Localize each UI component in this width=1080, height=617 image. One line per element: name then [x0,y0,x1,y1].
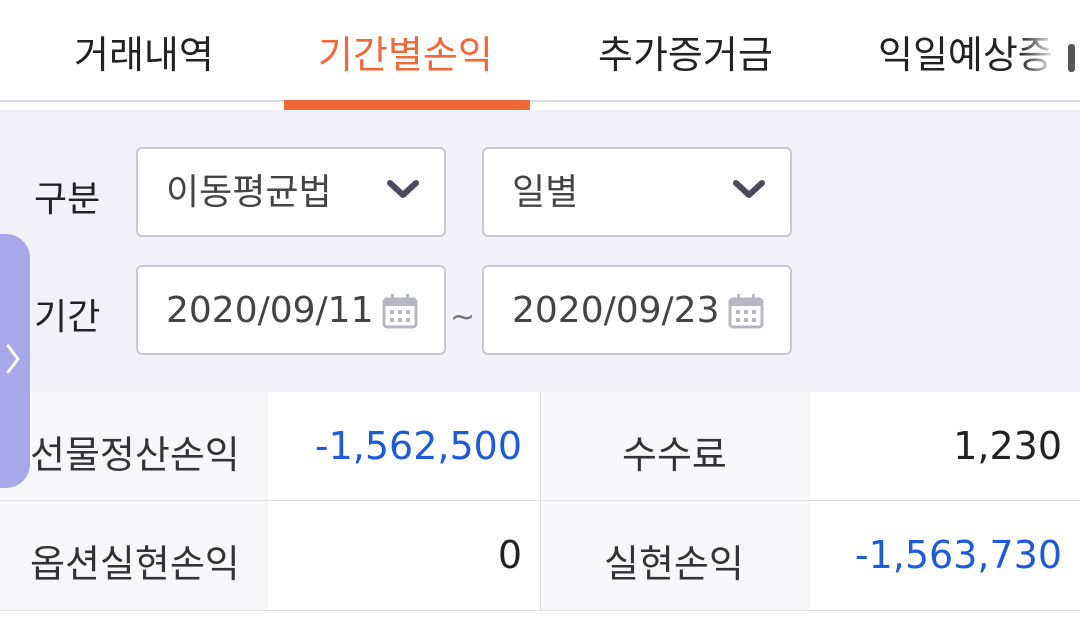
start-date-value: 2020/09/11 [166,290,374,331]
futures-pnl-value: -1,562,500 [314,424,522,468]
tab-scroll-indicator [1068,44,1075,72]
period-unit-select-value: 일별 [512,172,579,213]
fee-label: 수수료 [622,433,727,477]
tab-bar-divider [0,100,1080,102]
chevron-down-icon [733,180,765,198]
chevron-down-icon [387,180,419,198]
tab-trade-history[interactable]: 거래내역 [74,22,214,88]
fee-value: 1,230 [953,424,1062,468]
tab-additional-margin[interactable]: 추가증거금 [598,22,773,88]
end-date-value: 2020/09/23 [512,290,720,331]
futures-pnl-label: 선물정산손익 [30,433,240,477]
period-label: 기간 [34,297,101,338]
period-unit-select[interactable]: 일별 [482,147,792,237]
realized-pnl-label: 실현손익 [604,542,744,586]
pnl-summary-table: 선물정산손익 -1,562,500 수수료 1,230 옵션실현손익 0 실현손… [0,392,1080,617]
method-select[interactable]: 이동평균법 [136,147,446,237]
option-pnl-label: 옵션실현손익 [30,542,240,586]
side-drawer-handle[interactable] [0,234,30,488]
table-bottom-border [0,610,1080,611]
column-divider [540,392,541,610]
type-label: 구분 [34,179,101,220]
method-select-value: 이동평균법 [166,172,332,213]
start-date-field[interactable]: 2020/09/11 [136,265,446,355]
filter-panel: 구분 이동평균법 일별 기간 2020/09/11 ~ 2020/09/23 [0,110,1080,393]
calendar-icon[interactable] [382,293,418,329]
active-tab-indicator [284,100,530,110]
chevron-right-icon [6,344,20,374]
realized-pnl-value: -1,563,730 [854,533,1062,577]
tab-bar: 거래내역 기간별손익 추가증거금 익일예상증 [0,0,1080,110]
calendar-icon[interactable] [728,293,764,329]
tab-period-pnl[interactable]: 기간별손익 [318,22,493,88]
option-pnl-value: 0 [497,533,522,577]
end-date-field[interactable]: 2020/09/23 [482,265,792,355]
date-range-separator: ~ [450,300,476,335]
